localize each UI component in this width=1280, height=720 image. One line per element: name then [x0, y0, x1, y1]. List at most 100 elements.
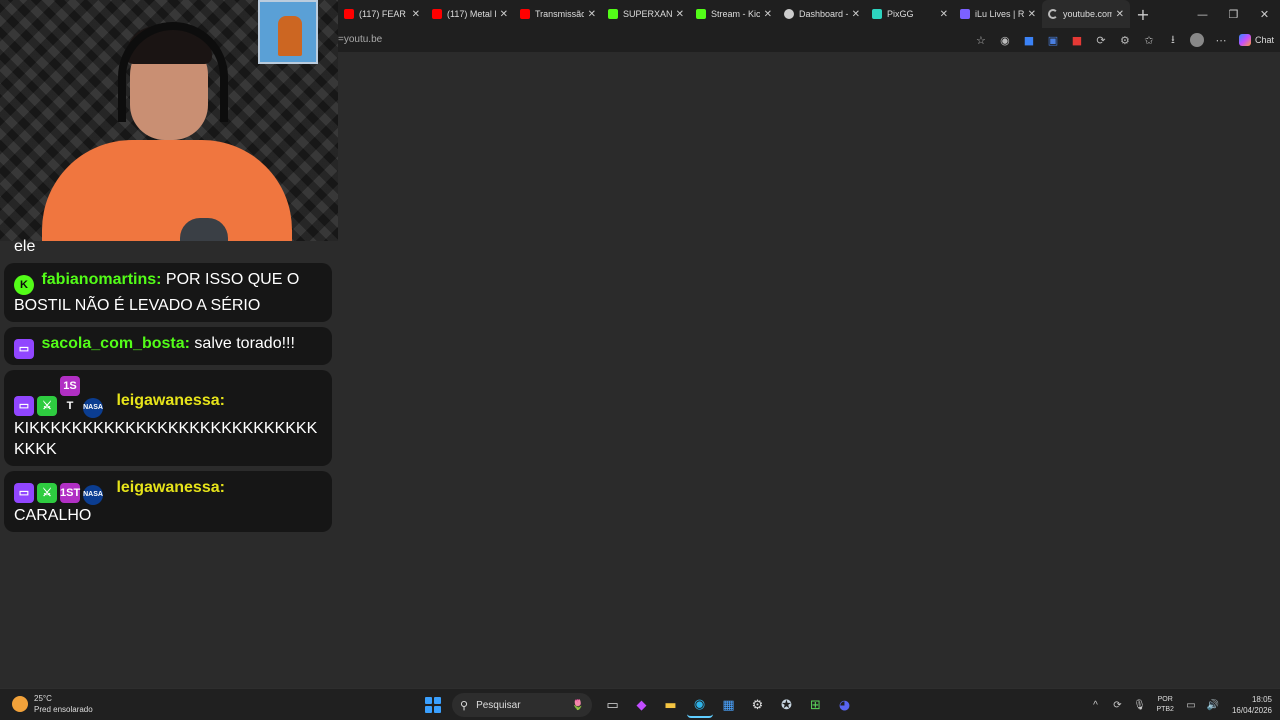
address-text: =youtu.be [338, 34, 383, 45]
extension-icon[interactable]: ◉ [993, 34, 1017, 47]
restore-button[interactable]: ❐ [1218, 8, 1249, 21]
close-icon[interactable]: ✕ [588, 9, 596, 20]
xbox-icon[interactable]: ⊞ [803, 692, 829, 718]
browser-tab[interactable]: Stream - Kick ✕ [690, 0, 778, 28]
chat-message-text: ele [14, 238, 36, 255]
chat-username: fabianomartins: [41, 271, 162, 288]
clock-time: 18:05 [1251, 695, 1272, 704]
language-indicator[interactable]: POR PTB2 [1156, 695, 1174, 715]
chat-username: leigawanessa: [116, 479, 225, 496]
copilot-app-icon[interactable]: ◆ [629, 692, 655, 718]
search-placeholder: Pesquisar [476, 699, 521, 711]
chevron-up-icon[interactable]: ^ [1084, 700, 1106, 711]
steam-icon[interactable]: ✪ [774, 692, 800, 718]
language-code: POR [1157, 696, 1173, 703]
close-icon[interactable]: ✕ [764, 9, 772, 20]
search-highlight-icon: 🌷 [571, 699, 584, 711]
browser-tab[interactable]: (117) Metal In ✕ [426, 0, 514, 28]
chat-message-text: salve torado!!! [194, 335, 295, 352]
chat-overlay: ele K fabianomartins: POR ISSO QUE O BOS… [4, 236, 332, 537]
clock[interactable]: 18:05 16/04/2026 [1232, 694, 1272, 716]
browser-tab[interactable]: Transmissão a ✕ [514, 0, 602, 28]
chat-message: ▭ sacola_com_bosta: salve torado!!! [4, 327, 332, 365]
browser-tab[interactable]: iLu Lives | Re ✕ [954, 0, 1042, 28]
youtube-icon [432, 9, 442, 19]
system-tray: ^ ⟳ 🎙 POR PTB2 ▭ 🔊 18:05 16/04/2026 [1084, 689, 1272, 720]
more-menu-icon[interactable]: ⋯ [1209, 34, 1233, 47]
youtube-icon [344, 9, 354, 19]
tab-title: Stream - Kick [711, 9, 760, 19]
kick-badge-icon: K [14, 275, 34, 295]
download-icon[interactable]: ⭳ [1161, 31, 1185, 50]
profile-avatar[interactable] [1189, 33, 1204, 47]
windows-start-icon[interactable] [422, 694, 444, 716]
discord-icon[interactable]: ◕ [832, 692, 858, 718]
weather-text: 25°C Pred ensolarado [34, 693, 93, 715]
chat-message-text: CARALHO [14, 507, 92, 524]
file-explorer-icon[interactable]: ▬ [658, 692, 684, 718]
volume-icon[interactable]: 🔊 [1202, 700, 1224, 711]
tab-title: (117) FEAR TH [359, 9, 408, 19]
chat-message: ▭ ⚔1ST NASA leigawanessa: KIKKKKKKKKKKKKKK… [4, 370, 332, 466]
chat-message-text: KIKKKKKKKKKKKKKKKKKKKKKKKKKKKKKKK [14, 420, 318, 458]
sun-icon [12, 696, 28, 712]
task-view-icon[interactable]: ▭ [600, 692, 626, 718]
temperature: 25°C [34, 694, 52, 703]
translate-extension-icon[interactable]: ▣ [1041, 34, 1065, 47]
close-icon[interactable]: ✕ [852, 9, 860, 20]
address-bar[interactable]: =youtu.be [338, 30, 958, 50]
close-icon[interactable]: ✕ [1028, 9, 1036, 20]
new-tab-button[interactable]: + [1130, 5, 1156, 24]
red-extension-icon[interactable]: ■ [1065, 34, 1089, 47]
ilu-icon [960, 9, 970, 19]
weather-description: Pred ensolarado [34, 705, 93, 714]
copilot-label: Chat [1254, 35, 1274, 45]
copilot-chat-button[interactable]: Chat [1233, 34, 1280, 46]
browser-tab[interactable]: (117) FEAR TH ✕ [338, 0, 426, 28]
tab-title: (117) Metal In [447, 9, 496, 19]
weather-widget[interactable]: 25°C Pred ensolarado [12, 693, 93, 715]
favorite-star-icon[interactable]: ☆ [969, 34, 993, 47]
browser-tab[interactable]: Dashboard - I ✕ [778, 0, 866, 28]
close-window-button[interactable]: ✕ [1249, 8, 1280, 21]
close-icon[interactable]: ✕ [1116, 9, 1124, 20]
tab-title: Transmissão a [535, 9, 584, 19]
taskbar-search[interactable]: ⚲ Pesquisar 🌷 [452, 693, 592, 717]
performance-icon[interactable]: ⚙ [1113, 34, 1137, 47]
browser-tab-active[interactable]: youtube.com/ ✕ [1042, 0, 1130, 28]
sync-icon[interactable]: ⟳ [1106, 700, 1128, 711]
microphone-icon[interactable]: 🎙 [1128, 700, 1150, 711]
chat-message: K fabianomartins: POR ISSO QUE O BOSTIL … [4, 263, 332, 322]
chat-username: leigawanessa: [116, 392, 225, 409]
tab-title: PixGG [887, 9, 914, 19]
superman-poster [258, 0, 318, 64]
edge-icon[interactable]: ◉ [686, 692, 713, 718]
headset [118, 22, 228, 122]
shield-extension-icon[interactable]: ■ [1017, 34, 1041, 47]
nasa-badge-icon: NASA [83, 485, 103, 505]
close-icon[interactable]: ✕ [940, 9, 948, 20]
tab-title: SUPERXANDA [623, 9, 672, 19]
close-icon[interactable]: ✕ [412, 9, 420, 20]
kick-icon [608, 9, 618, 19]
minimize-button[interactable]: — [1187, 8, 1218, 21]
copilot-icon [1238, 34, 1251, 46]
kick-icon [696, 9, 706, 19]
puzzle-icon[interactable]: ⟳ [1089, 34, 1113, 47]
loading-icon [1048, 9, 1058, 19]
twitch-badge-icon: ▭ [14, 396, 34, 416]
taskbar: 25°C Pred ensolarado ⚲ Pesquisar 🌷 ▭ ◆ ▬… [0, 688, 1280, 720]
sword-badge-icon: ⚔ [37, 483, 57, 503]
close-icon[interactable]: ✕ [500, 9, 508, 20]
store-icon[interactable]: ▦ [716, 692, 742, 718]
browser-tab[interactable]: SUPERXANDA ✕ [602, 0, 690, 28]
extension-app-icon[interactable]: ⚙ [745, 692, 771, 718]
chat-username: sacola_com_bosta: [41, 335, 190, 352]
close-icon[interactable]: ✕ [676, 9, 684, 20]
twitch-badge-icon: ▭ [14, 483, 34, 503]
browser-tab[interactable]: PixGG ✕ [866, 0, 954, 28]
network-icon[interactable]: ▭ [1180, 700, 1202, 711]
favorites-icon[interactable]: ✩ [1137, 34, 1161, 47]
webcam-overlay [0, 0, 338, 241]
nasa-badge-icon: NASA [83, 398, 103, 418]
